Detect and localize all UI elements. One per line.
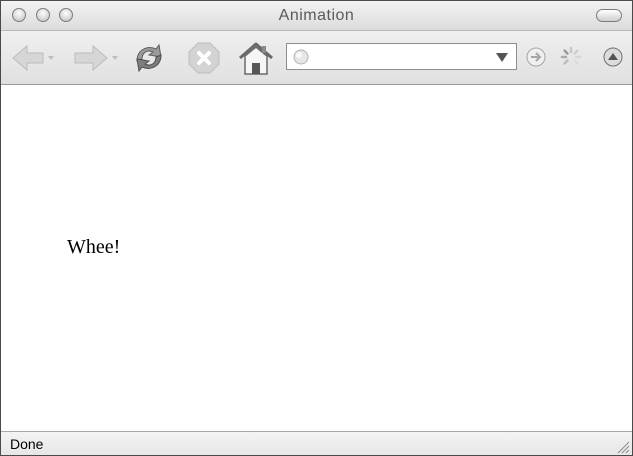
address-bar[interactable] xyxy=(286,43,517,70)
url-input[interactable] xyxy=(313,47,492,68)
reload-icon xyxy=(136,43,162,73)
arrow-up-circle-icon xyxy=(603,47,623,67)
forward-button[interactable] xyxy=(71,41,119,75)
toolbar-toggle-button[interactable] xyxy=(596,9,622,22)
forward-arrow-icon xyxy=(74,44,118,72)
menu-button[interactable] xyxy=(601,45,625,69)
status-bar: Done xyxy=(1,431,632,455)
site-icon xyxy=(293,49,309,65)
stop-button[interactable] xyxy=(186,41,222,75)
dropdown-arrow-icon[interactable] xyxy=(494,51,510,63)
navigation-toolbar xyxy=(1,31,632,85)
reload-button[interactable] xyxy=(131,41,167,75)
back-button[interactable] xyxy=(9,41,57,75)
window-title: Animation xyxy=(278,7,355,24)
stop-icon xyxy=(188,42,220,74)
go-button[interactable] xyxy=(524,45,548,69)
page-text: Whee! xyxy=(67,236,121,258)
back-arrow-icon xyxy=(12,44,54,72)
home-icon xyxy=(239,42,273,75)
title-bar: Animation xyxy=(1,1,632,31)
throbber-icon xyxy=(560,46,582,68)
activity-indicator xyxy=(559,45,583,69)
page-content: Whee! xyxy=(1,85,632,430)
resize-grip-icon[interactable] xyxy=(614,438,630,454)
go-icon xyxy=(526,47,546,67)
browser-window: Animation Whee! Done xyxy=(0,0,633,456)
home-button[interactable] xyxy=(237,41,275,75)
status-text: Done xyxy=(10,436,44,452)
